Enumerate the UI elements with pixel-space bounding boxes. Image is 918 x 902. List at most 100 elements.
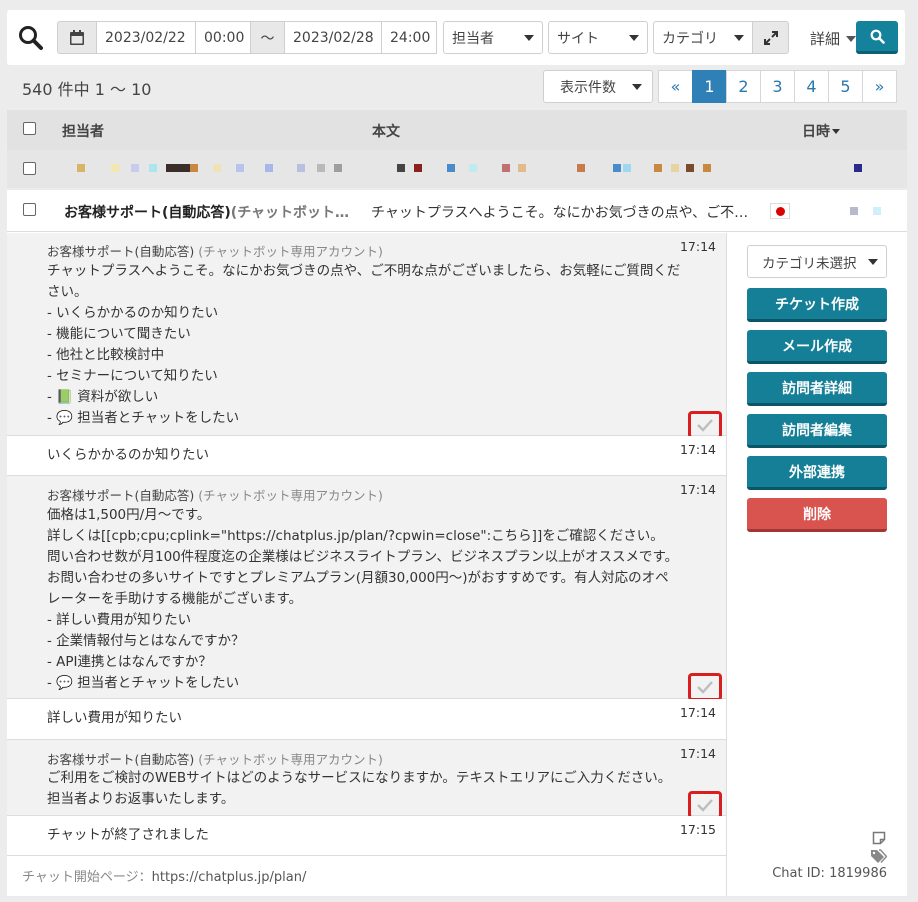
range-separator: 〜 [250, 21, 285, 54]
row-checkbox[interactable] [23, 162, 36, 175]
expand-icon [763, 30, 778, 45]
pagination: « 1 2 3 4 5 » [658, 70, 897, 103]
detail-toggle[interactable]: 詳細 [810, 28, 857, 49]
chat-assignee-account: (チャットボット… [230, 205, 350, 221]
site-select-label: サイト [557, 30, 599, 47]
per-page-label: 表示件数 [560, 79, 616, 96]
column-body: 本文 [372, 124, 400, 140]
chevron-down-icon [629, 34, 639, 41]
message-time: 17:14 [679, 482, 716, 497]
message-text: チャットプラスへようこそ。なにかお気づきの点や、ご不明な点がございましたら、お気… [47, 263, 681, 426]
chat-category-label: カテゴリ未選択 [762, 255, 857, 272]
message-time: 17:14 [679, 442, 716, 457]
date-from-field[interactable]: 2023/02/22 [96, 21, 196, 54]
external-integration-button[interactable]: 外部連携 [747, 456, 887, 490]
detail-label: 詳細 [810, 30, 841, 48]
message-author-account: (チャットボット専用アカウント) [198, 752, 383, 767]
chat-id: Chat ID: 1819986 [772, 866, 887, 881]
start-page-label: チャット開始ページ： [22, 870, 152, 885]
date-to-field[interactable]: 2023/02/28 [284, 21, 382, 54]
chat-preview: チャットプラスへようこそ。なにかお気づきの点や、ご不… [371, 205, 749, 221]
select-all-checkbox[interactable] [23, 122, 36, 135]
site-select[interactable]: サイト [548, 21, 648, 54]
caret-down-icon [846, 35, 857, 42]
page-5[interactable]: 5 [828, 70, 863, 103]
page-2[interactable]: 2 [726, 70, 761, 103]
message-text: 価格は1,500円/月〜です。 詳しくは[[cpb;cpu;cplink="ht… [47, 507, 679, 691]
page-3[interactable]: 3 [760, 70, 795, 103]
expand-button[interactable] [752, 21, 789, 54]
row-checkbox[interactable] [23, 203, 36, 216]
column-assignee[interactable]: 担当者 [62, 121, 104, 141]
time-to-field[interactable]: 24:00 [381, 21, 437, 54]
message-author-account: (チャットボット専用アカウント) [198, 488, 383, 503]
chat-category-select[interactable]: カテゴリ未選択 [747, 245, 887, 278]
message-text: ご利用をご検討のWEBサイトはどのようなサービスになりますか。テキストエリアにご… [47, 770, 672, 807]
message-time: 17:14 [679, 705, 716, 720]
message-author: お客様サポート(自動応答) (チャットボット専用アカウント) [47, 749, 383, 768]
chat-log: お客様サポート(自動応答) (チャットボット専用アカウント) 17:14 チャッ… [7, 233, 726, 856]
chat-message-visitor: いくらかかるのか知りたい 17:14 [7, 436, 726, 476]
chat-message-system: チャットが終了されました 17:15 [7, 816, 726, 856]
message-author: お客様サポート(自動応答) (チャットボット専用アカウント) [47, 241, 383, 260]
message-author-name: お客様サポート(自動応答) [47, 752, 195, 767]
chat-message-operator: お客様サポート(自動応答) (チャットボット専用アカウント) 17:14 チャッ… [7, 233, 726, 439]
checkmark-icon [697, 681, 713, 694]
search-icon[interactable] [17, 24, 45, 52]
sort-desc-icon [832, 128, 840, 134]
delete-button[interactable]: 削除 [747, 498, 887, 532]
table-row[interactable] [7, 150, 907, 188]
page-last[interactable]: » [862, 70, 897, 103]
visitor-edit-button[interactable]: 訪問者編集 [747, 414, 887, 448]
memo-icon[interactable] [872, 831, 886, 845]
page-1[interactable]: 1 [692, 70, 727, 103]
category-select[interactable]: カテゴリ [653, 21, 753, 54]
message-author: お客様サポート(自動応答) (チャットボット専用アカウント) [47, 485, 383, 504]
assignee-select-label: 担当者 [452, 30, 494, 47]
create-ticket-button[interactable]: チケット作成 [747, 288, 887, 322]
page-first[interactable]: « [658, 70, 693, 103]
chat-message-operator: お客様サポート(自動応答) (チャットボット専用アカウント) 17:14 価格は… [7, 476, 726, 701]
chat-start-page: チャット開始ページ：https://chatplus.jp/plan/ [22, 866, 306, 885]
column-datetime[interactable]: 日時 [802, 121, 840, 141]
time-from-field[interactable]: 00:00 [195, 21, 251, 54]
message-time: 17:15 [679, 822, 716, 837]
tag-icon[interactable] [870, 849, 887, 864]
chat-id-value: 1819986 [829, 866, 887, 881]
calendar-icon [70, 30, 84, 45]
column-datetime-label: 日時 [802, 124, 830, 140]
chevron-down-icon [524, 34, 534, 41]
message-author-name: お客様サポート(自動応答) [47, 244, 195, 259]
japan-flag-icon [770, 203, 790, 219]
chat-detail-card: お客様サポート(自動応答)(チャットボット… チャットプラスへようこそ。なにかお… [7, 190, 907, 896]
per-page-select[interactable]: 表示件数 [543, 70, 653, 103]
read-check-button[interactable] [688, 411, 722, 439]
message-text: チャットが終了されました [47, 827, 209, 843]
chat-assignee-name: お客様サポート(自動応答) [64, 205, 231, 221]
chevron-down-icon [632, 83, 642, 90]
assignee-select[interactable]: 担当者 [443, 21, 543, 54]
message-text: いくらかかるのか知りたい [47, 447, 209, 463]
read-check-button[interactable] [688, 791, 722, 819]
calendar-button[interactable] [57, 21, 97, 54]
create-email-button[interactable]: メール作成 [747, 330, 887, 364]
start-page-url[interactable]: https://chatplus.jp/plan/ [152, 870, 307, 885]
message-author-name: お客様サポート(自動応答) [47, 488, 195, 503]
chat-id-label: Chat ID: [772, 866, 825, 881]
page-4[interactable]: 4 [794, 70, 829, 103]
checkmark-icon [697, 419, 713, 432]
visitor-detail-button[interactable]: 訪問者詳細 [747, 372, 887, 406]
action-panel: カテゴリ未選択 チケット作成 メール作成 訪問者詳細 訪問者編集 外部連携 削除… [726, 233, 907, 896]
chat-message-operator: お客様サポート(自動応答) (チャットボット専用アカウント) 17:14 ご利用… [7, 740, 726, 819]
category-select-label: カテゴリ [662, 30, 718, 47]
read-check-button[interactable] [688, 673, 722, 701]
chat-assignee: お客様サポート(自動応答)(チャットボット… [64, 202, 349, 222]
message-time: 17:14 [679, 746, 716, 761]
message-author-account: (チャットボット専用アカウント) [198, 244, 383, 259]
chevron-down-icon [734, 34, 744, 41]
search-button[interactable] [856, 21, 898, 54]
message-text: 詳しい費用が知りたい [47, 710, 182, 726]
chevron-down-icon [868, 258, 878, 265]
search-bar: 2023/02/22 00:00 〜 2023/02/28 24:00 担当者 … [7, 10, 905, 65]
chat-row-header[interactable]: お客様サポート(自動応答)(チャットボット… チャットプラスへようこそ。なにかお… [7, 190, 907, 232]
